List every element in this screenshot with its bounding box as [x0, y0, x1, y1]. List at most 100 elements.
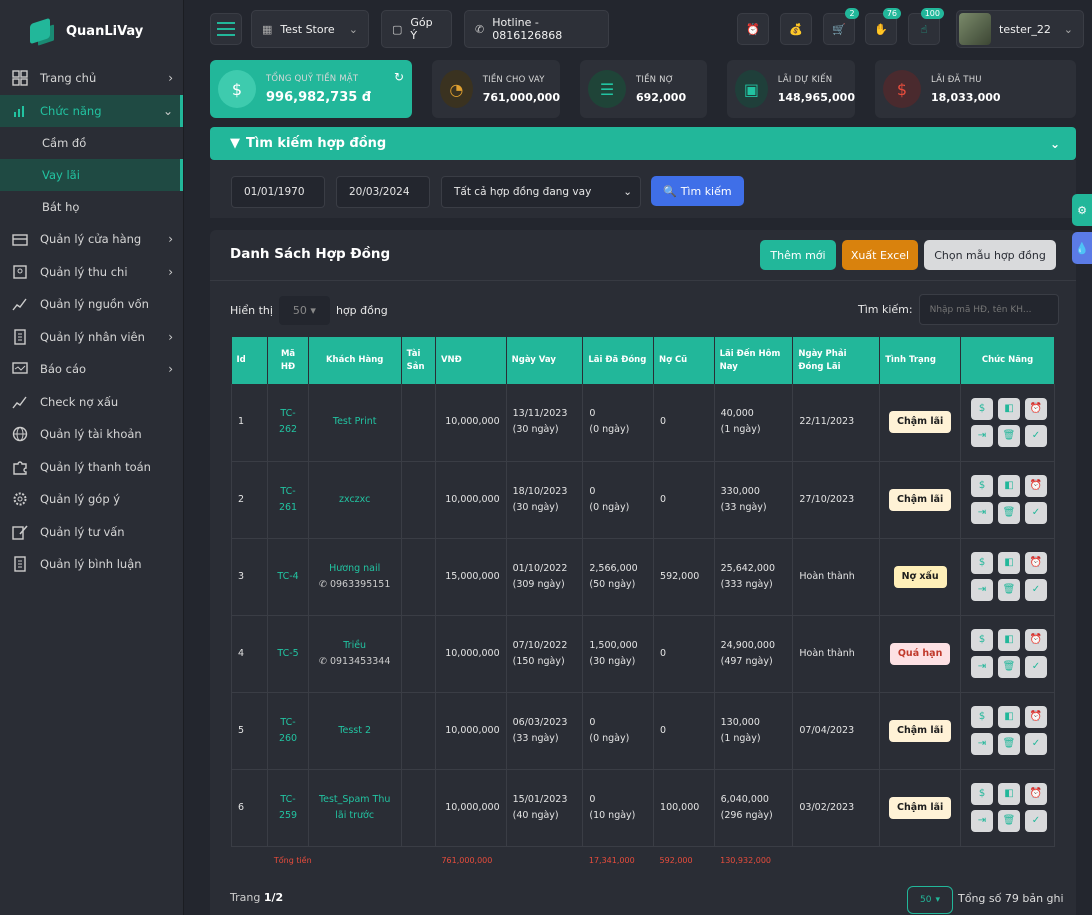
column-header[interactable]: Khách Hàng: [308, 337, 402, 384]
choose-template-button[interactable]: Chọn mẫu hợp đồng: [924, 240, 1056, 270]
store-select[interactable]: ▦ Test Store ⌄: [251, 10, 369, 48]
sidebar-subitem[interactable]: Vay lãi: [0, 159, 183, 191]
export-button[interactable]: ◧: [998, 783, 1020, 805]
alarm-button[interactable]: ⏰: [1025, 629, 1047, 651]
export-button[interactable]: ◧: [998, 552, 1020, 574]
hand-money-button[interactable]: ✋ 76: [865, 8, 901, 45]
to-date-input[interactable]: 20/03/2024: [336, 176, 430, 208]
column-header[interactable]: Id: [231, 337, 269, 384]
sidebar-subitem[interactable]: Cầm đồ: [0, 127, 183, 159]
customer-name-link[interactable]: Triều: [315, 638, 395, 654]
add-new-button[interactable]: Thêm mới: [760, 240, 836, 270]
login-button[interactable]: ⇥: [971, 502, 993, 524]
table-row[interactable]: 6 TC-259 Test_Spam Thu lãi trước 10,000,000…: [230, 769, 1055, 847]
customer-name-link[interactable]: Tesst 2: [315, 723, 395, 739]
export-button[interactable]: ◧: [998, 706, 1020, 728]
alarm-button[interactable]: ⏰: [1025, 783, 1047, 805]
table-row[interactable]: 4 TC-5 Triều ✆ 0913453344 10,000,000 07/10/20…: [230, 615, 1055, 693]
column-header[interactable]: Mã HĐ: [267, 337, 309, 384]
sidebar-item-quản-lý-bình-luận[interactable]: Quản lý bình luận: [0, 548, 183, 581]
export-button[interactable]: ◧: [998, 397, 1020, 420]
search-button[interactable]: 🔍 Tìm kiếm: [651, 176, 744, 206]
trash-button[interactable]: 🗑: [998, 424, 1020, 447]
search-panel-header[interactable]: ▼ Tìm kiếm hợp đồng ⌄: [210, 127, 1076, 160]
login-button[interactable]: ⇥: [971, 810, 993, 832]
user-menu[interactable]: tester_22 ⌄: [956, 10, 1084, 48]
column-header[interactable]: Nợ Cũ: [653, 337, 715, 384]
sidebar-item-quản-lý-nhân-viên[interactable]: Quản lý nhân viên ›: [0, 321, 183, 354]
export-button[interactable]: ◧: [998, 629, 1020, 651]
check-circle-button[interactable]: ✓: [1025, 502, 1047, 524]
check-circle-button[interactable]: ✓: [1025, 424, 1047, 447]
contract-status-select[interactable]: Tất cả hợp đồng đang vay ⌄: [441, 176, 641, 208]
alarm-button[interactable]: ⏰: [1025, 475, 1047, 497]
dollar-button[interactable]: $: [971, 552, 993, 574]
column-header[interactable]: VNĐ: [435, 337, 507, 384]
check-circle-button[interactable]: ✓: [1025, 733, 1047, 755]
sidebar-item-check-nợ-xấu[interactable]: Check nợ xấu: [0, 386, 183, 419]
from-date-input[interactable]: 01/01/1970: [231, 176, 325, 208]
trash-button[interactable]: 🗑: [998, 733, 1020, 755]
sidebar-item-quản-lý-nguồn-vốn[interactable]: Quản lý nguồn vốn: [0, 288, 183, 321]
check-circle-button[interactable]: ✓: [1025, 656, 1047, 678]
theme-float-button[interactable]: 💧: [1072, 232, 1092, 264]
table-search-input[interactable]: [918, 294, 1059, 325]
customer-name-link[interactable]: Test Print: [315, 414, 395, 430]
contract-code-link[interactable]: TC-5: [267, 615, 309, 693]
customer-name-link[interactable]: Test_Spam Thu lãi trước: [315, 792, 395, 824]
column-header[interactable]: Lãi Đến Hôm Nay: [714, 337, 794, 384]
table-row[interactable]: 2 TC-261 zxczxc 10,000,000 18/10/2023 (30 ngà…: [230, 461, 1055, 539]
alarm-button[interactable]: ⏰: [1025, 552, 1047, 574]
sidebar-item-quản-lý-tài-khoản[interactable]: Quản lý tài khoản: [0, 418, 183, 451]
alarm-button[interactable]: ⏰: [737, 13, 769, 45]
contract-code-link[interactable]: TC-260: [267, 692, 309, 770]
sidebar-item-chức-năng[interactable]: Chức năng ⌄: [0, 94, 183, 127]
column-header[interactable]: Tình Trạng: [879, 337, 961, 384]
sidebar-item-quản-lý-cửa-hàng[interactable]: Quản lý cửa hàng ›: [0, 223, 183, 256]
sidebar-item-quản-lý-góp-ý[interactable]: Quản lý góp ý: [0, 483, 183, 516]
check-circle-button[interactable]: ✓: [1025, 810, 1047, 832]
column-header[interactable]: Tài Sản: [401, 337, 436, 384]
trash-button[interactable]: 🗑: [998, 579, 1020, 601]
export-button[interactable]: ◧: [998, 475, 1020, 497]
settings-float-button[interactable]: ⚙: [1072, 194, 1092, 226]
alarm-button[interactable]: ⏰: [1025, 397, 1047, 420]
hand-button[interactable]: ☝ 100: [908, 8, 944, 45]
check-circle-button[interactable]: ✓: [1025, 579, 1047, 601]
sidebar-item-trang-chủ[interactable]: Trang chủ ›: [0, 62, 183, 95]
trash-button[interactable]: 🗑: [998, 656, 1020, 678]
dollar-button[interactable]: $: [971, 629, 993, 651]
logo[interactable]: QuanLiVay: [0, 0, 183, 62]
trash-button[interactable]: 🗑: [998, 502, 1020, 524]
dollar-button[interactable]: $: [971, 706, 993, 728]
sidebar-subitem[interactable]: Bát họ: [0, 191, 183, 223]
login-button[interactable]: ⇥: [971, 424, 993, 447]
table-row[interactable]: 3 TC-4 Hương nail ✆ 0963395151 15,000,000 01/…: [230, 538, 1055, 616]
contract-code-link[interactable]: TC-261: [267, 461, 309, 539]
menu-toggle-button[interactable]: [210, 13, 242, 45]
dollar-button[interactable]: $: [971, 475, 993, 497]
dollar-button[interactable]: $: [971, 783, 993, 805]
sidebar-item-báo-cáo[interactable]: Báo cáo ›: [0, 353, 183, 386]
page-size-select[interactable]: 50 ▾: [278, 296, 330, 325]
customer-name-link[interactable]: zxczxc: [315, 492, 395, 508]
dollar-button[interactable]: $: [971, 397, 993, 420]
customer-name-link[interactable]: Hương nail: [315, 561, 395, 577]
export-excel-button[interactable]: Xuất Excel: [842, 240, 918, 270]
cart-button[interactable]: 🛒 2: [823, 8, 859, 45]
contract-code-link[interactable]: TC-4: [267, 538, 309, 616]
hotline-button[interactable]: ✆ Hotline - 0816126868: [464, 10, 609, 48]
footer-page-size-select[interactable]: 50 ▾: [907, 886, 953, 914]
trash-button[interactable]: 🗑: [998, 810, 1020, 832]
login-button[interactable]: ⇥: [971, 656, 993, 678]
table-row[interactable]: 5 TC-260 Tesst 2 10,000,000 06/03/2023 (33 ng…: [230, 692, 1055, 770]
login-button[interactable]: ⇥: [971, 579, 993, 601]
contract-code-link[interactable]: TC-262: [267, 384, 309, 462]
money-bag-button[interactable]: 💰: [780, 13, 812, 45]
feedback-button[interactable]: ▢ Góp Ý: [381, 10, 452, 48]
column-header[interactable]: Lãi Đã Đóng: [582, 337, 655, 384]
column-header[interactable]: Chức Năng: [960, 337, 1055, 384]
sidebar-item-quản-lý-tư-vấn[interactable]: Quản lý tư vấn: [0, 516, 183, 549]
sidebar-item-quản-lý-thu-chi[interactable]: Quản lý thu chi ›: [0, 256, 183, 289]
contract-code-link[interactable]: TC-259: [267, 769, 309, 847]
